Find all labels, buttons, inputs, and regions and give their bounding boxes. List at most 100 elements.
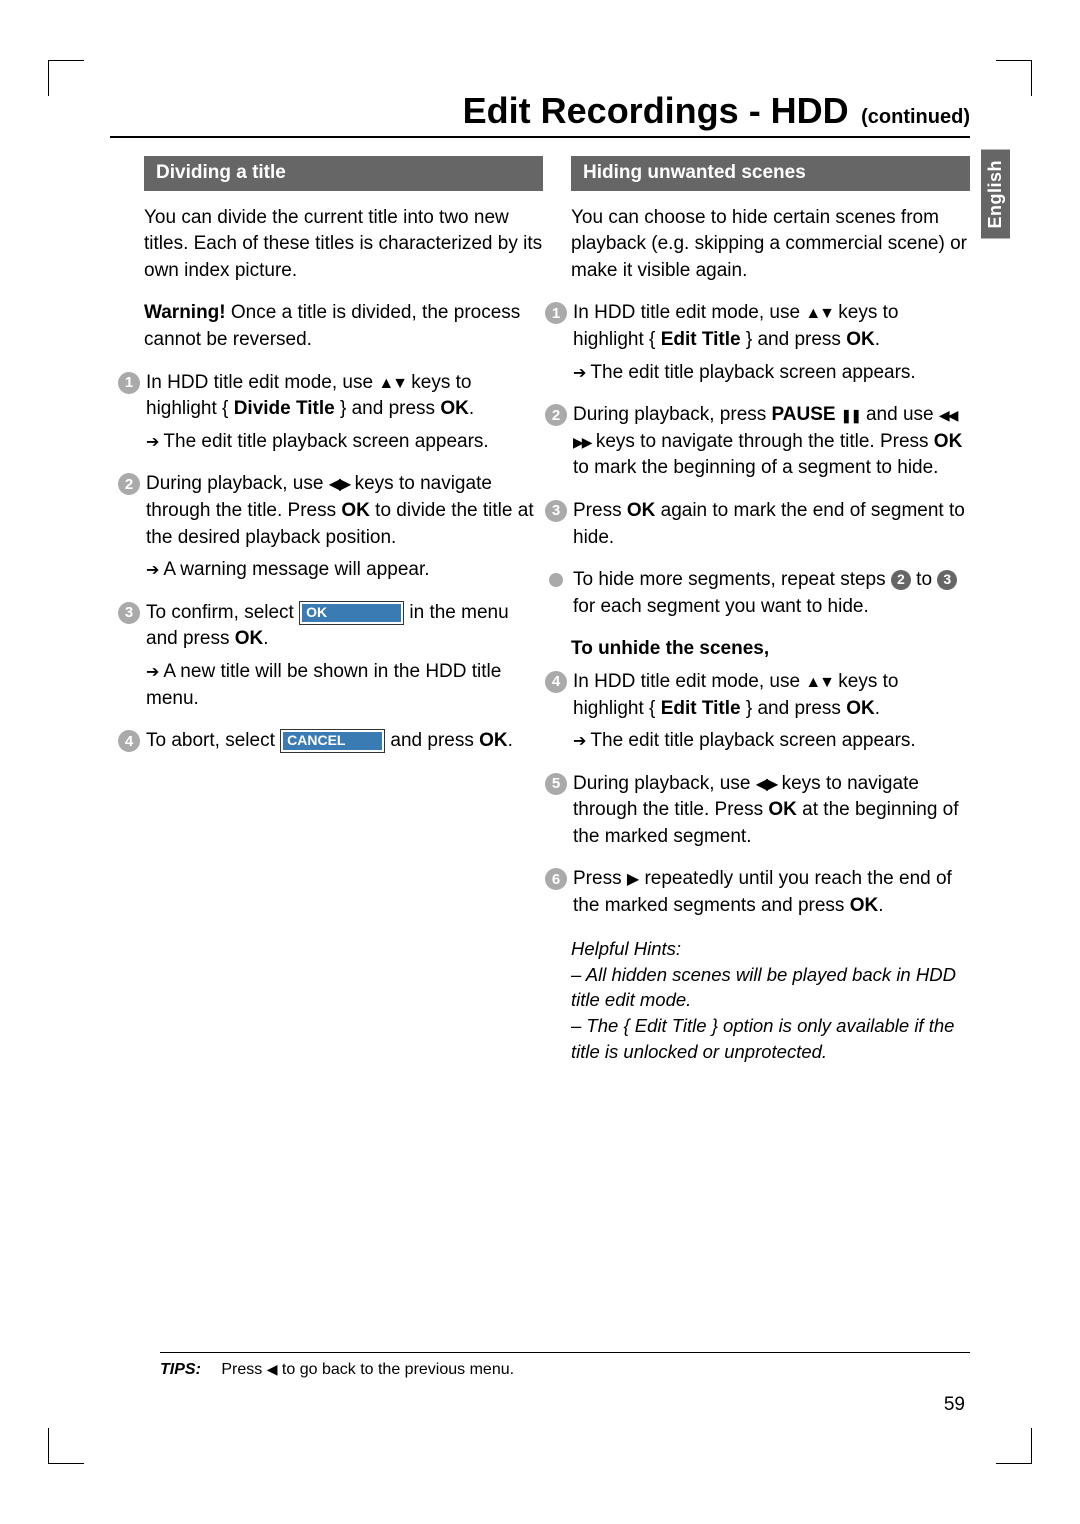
t: .: [508, 730, 513, 751]
crop-mark-tl: [48, 60, 84, 96]
left-step-4-body: To abort, select CANCEL and press OK.: [146, 728, 543, 755]
page-title-row: Edit Recordings - HDD (continued): [110, 90, 970, 138]
tips-label: TIPS:: [160, 1361, 201, 1378]
t: } and press: [741, 329, 847, 350]
t: .: [875, 698, 880, 719]
left-warning: Warning! Once a title is divided, the pr…: [144, 300, 543, 353]
t: During playback, use: [146, 473, 329, 494]
t: During playback, press: [573, 404, 772, 425]
ref-step-3-icon: 3: [937, 570, 957, 590]
right-step-3: 3 Press OK again to mark the end of segm…: [545, 498, 970, 551]
t: and use: [861, 404, 939, 425]
step-number-3-icon: 3: [118, 602, 140, 624]
step-number-2-icon: 2: [118, 473, 140, 495]
unhide-subheading: To unhide the scenes,: [571, 636, 970, 663]
step-number-5-icon: 5: [545, 773, 567, 795]
left-step-1-body: In HDD title edit mode, use keys to high…: [146, 370, 543, 456]
left-right-icon: [329, 473, 350, 494]
right-step-1-body: In HDD title edit mode, use keys to high…: [573, 300, 970, 386]
page-title: Edit Recordings - HDD: [463, 90, 849, 131]
crop-mark-br: [996, 1428, 1032, 1464]
right-step-2: 2 During playback, press PAUSE and use k…: [545, 402, 970, 482]
helpful-hints: Helpful Hints: – All hidden scenes will …: [571, 936, 970, 1065]
step-number-4-icon: 4: [545, 671, 567, 693]
ok-key: OK: [850, 895, 879, 916]
left-step-3-result: A new title will be shown in the HDD tit…: [146, 659, 543, 712]
crop-mark-bl: [48, 1428, 84, 1464]
t: to: [911, 569, 937, 590]
right-step-4: 4 In HDD title edit mode, use keys to hi…: [545, 669, 970, 755]
left-step-1-result: The edit title playback screen appears.: [146, 429, 543, 456]
tips-text-b: to go back to the previous menu.: [277, 1361, 514, 1378]
tips-text-a: Press: [221, 1361, 266, 1378]
t: During playback, use: [573, 773, 756, 794]
right-step-6: 6 Press repeatedly until you reach the e…: [545, 866, 970, 919]
t: to mark the beginning of a segment to hi…: [573, 457, 938, 478]
t: .: [263, 628, 268, 649]
play-icon: [627, 868, 639, 889]
content-columns: Dividing a title You can divide the curr…: [144, 156, 970, 1065]
left-intro: You can divide the current title into tw…: [144, 205, 543, 285]
language-tab: English: [981, 150, 1010, 239]
section-heading-dividing: Dividing a title: [144, 156, 543, 191]
right-repeat-note: To hide more segments, repeat steps 2 to…: [549, 567, 970, 620]
hints-label: Helpful Hints:: [571, 936, 970, 962]
warning-label: Warning!: [144, 302, 226, 323]
left-column: Dividing a title You can divide the curr…: [144, 156, 543, 1065]
right-step-2-body: During playback, press PAUSE and use key…: [573, 402, 970, 482]
t: keys to navigate through the title. Pres…: [591, 431, 934, 452]
hint-1: – All hidden scenes will be played back …: [571, 962, 970, 1014]
left-step-2: 2 During playback, use keys to navigate …: [118, 471, 543, 583]
step-number-2-icon: 2: [545, 404, 567, 426]
pause-key: PAUSE: [772, 404, 841, 425]
right-column: Hiding unwanted scenes You can choose to…: [571, 156, 970, 1065]
right-step-1-result: The edit title playback screen appears.: [573, 360, 970, 387]
page-title-suffix: (continued): [861, 106, 970, 128]
right-repeat-note-body: To hide more segments, repeat steps 2 to…: [573, 567, 970, 620]
up-down-icon: [805, 302, 833, 323]
t: In HDD title edit mode, use: [573, 302, 805, 323]
left-right-icon: [756, 773, 777, 794]
ok-key: OK: [479, 730, 508, 751]
t: To hide more segments, repeat steps: [573, 569, 891, 590]
edit-title-option: Edit Title: [661, 329, 741, 350]
left-step-4: 4 To abort, select CANCEL and press OK.: [118, 728, 543, 755]
t: .: [875, 329, 880, 350]
divide-title-option: Divide Title: [234, 398, 335, 419]
right-step-4-body: In HDD title edit mode, use keys to high…: [573, 669, 970, 755]
ok-key: OK: [627, 500, 656, 521]
left-step-2-result: A warning message will appear.: [146, 557, 543, 584]
edit-title-option: Edit Title: [661, 698, 741, 719]
t: To abort, select: [146, 730, 280, 751]
crop-mark-tr: [996, 60, 1032, 96]
t: } and press: [335, 398, 441, 419]
t: } and press: [741, 698, 847, 719]
t: In HDD title edit mode, use: [573, 671, 805, 692]
ok-key: OK: [934, 431, 963, 452]
left-step-1: 1 In HDD title edit mode, use keys to hi…: [118, 370, 543, 456]
right-step-6-body: Press repeatedly until you reach the end…: [573, 866, 970, 919]
left-step-2-body: During playback, use keys to navigate th…: [146, 471, 543, 583]
hint-2: – The { Edit Title } option is only avai…: [571, 1013, 970, 1065]
left-arrow-icon: [267, 1361, 278, 1378]
t: for each segment you want to hide.: [573, 596, 869, 617]
right-step-5: 5 During playback, use keys to navigate …: [545, 771, 970, 851]
left-step-3: 3 To confirm, select OK in the menu and …: [118, 600, 543, 712]
ok-key: OK: [341, 500, 370, 521]
t: Press: [573, 868, 627, 889]
right-step-4-result: The edit title playback screen appears.: [573, 728, 970, 755]
step-number-3-icon: 3: [545, 500, 567, 522]
step-number-4-icon: 4: [118, 730, 140, 752]
t: To confirm, select: [146, 602, 299, 623]
ref-step-2-icon: 2: [891, 570, 911, 590]
tips-footer: TIPS: Press to go back to the previous m…: [160, 1352, 970, 1379]
page: Edit Recordings - HDD (continued) Englis…: [110, 60, 970, 1065]
t: Press: [573, 500, 627, 521]
ok-menu-button: OK: [299, 601, 404, 625]
t: and press: [385, 730, 479, 751]
ok-key: OK: [768, 799, 797, 820]
section-heading-hiding: Hiding unwanted scenes: [571, 156, 970, 191]
page-number: 59: [944, 1394, 965, 1416]
t: .: [469, 398, 474, 419]
left-step-3-body: To confirm, select OK in the menu and pr…: [146, 600, 543, 712]
